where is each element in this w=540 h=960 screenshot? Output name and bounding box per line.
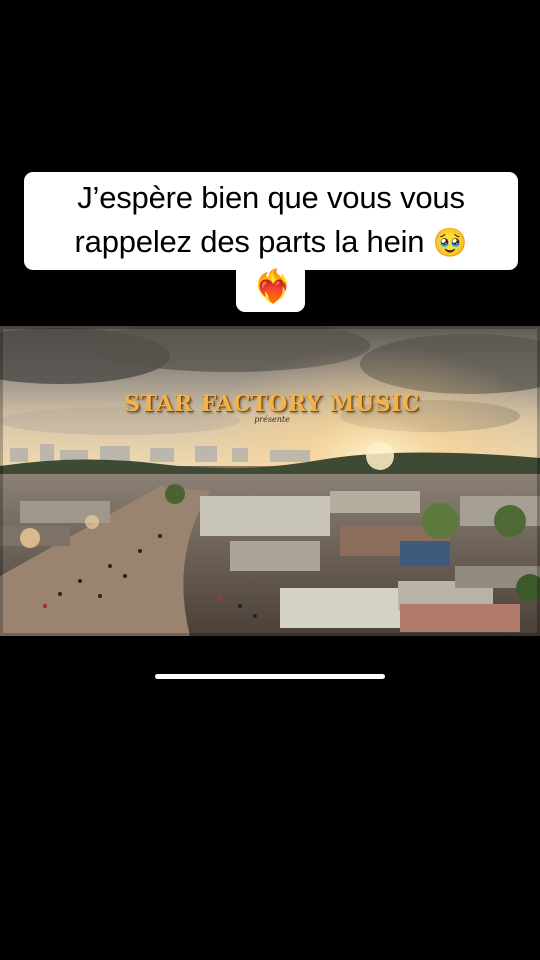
- caption-text: J’espère bien que vous vous rappelez des…: [24, 176, 518, 265]
- caption-line-1: J’espère bien que vous vous: [77, 180, 465, 215]
- caption-line-2: rappelez des parts la hein 🥹: [24, 220, 518, 265]
- caption-line-2-text: rappelez des parts la hein: [74, 224, 425, 259]
- heart-on-fire-icon: ❤️‍🔥: [253, 267, 293, 305]
- aerial-city-scene: [0, 326, 540, 636]
- video-frame[interactable]: [0, 326, 540, 636]
- home-indicator-bar[interactable]: [155, 674, 385, 679]
- pleading-face-icon: 🥹: [432, 226, 468, 259]
